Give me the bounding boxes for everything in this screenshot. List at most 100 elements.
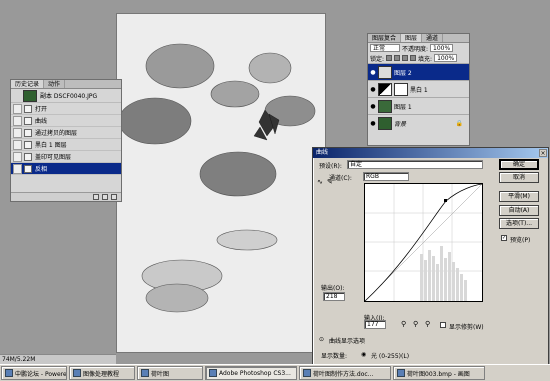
tab-channels[interactable]: 通道 [422,34,444,42]
close-icon[interactable]: × [539,149,547,157]
history-brush-checkbox[interactable] [13,139,22,150]
auto-button[interactable]: 自动(A) [499,205,539,216]
opacity-field[interactable]: 100% [430,44,454,52]
taskbar: 中鹏论坛 - Powered ... 图像处理教程 荷叶图 Adobe Phot… [0,364,550,381]
curve-graph[interactable] [364,183,483,302]
history-step-icon [24,140,32,149]
eye-icon[interactable]: ● [368,69,378,76]
eye-icon[interactable]: ● [368,120,378,127]
history-item[interactable]: 打开 [11,103,121,115]
image-canvas[interactable] [116,13,326,353]
snapshot-icon[interactable] [102,194,108,200]
preset-select[interactable]: 自定 [347,160,483,169]
lotus-image [117,14,325,352]
photoshop-icon [209,369,217,377]
curve-edit-icon[interactable]: ∿ [317,178,323,186]
display-options-toggle-icon[interactable]: ⊙ [319,336,324,343]
history-step-icon [24,128,32,137]
layer-row-bw[interactable]: ● 黑白 1 [368,80,469,97]
taskbar-label: 荷叶图003.bmp - 画图 [407,370,470,378]
gray-eyedropper-icon[interactable]: ⚲ [413,320,418,328]
layer-row-2[interactable]: ● 图层 2 [368,63,469,80]
preview-label: 预览(P) [510,237,531,244]
taskbar-item[interactable]: 荷叶图 [137,366,203,380]
history-step-icon [24,152,32,161]
output-label: 输出(O): [321,285,345,292]
history-item-label: 打开 [35,106,48,113]
history-brush-checkbox[interactable] [13,163,22,174]
input-field[interactable]: 177 [364,320,386,329]
history-item-selected[interactable]: 反相 [11,163,121,175]
history-item-label: 反相 [35,166,48,173]
eye-icon[interactable]: ● [368,86,378,93]
lock-image-icon[interactable] [394,55,401,61]
history-snapshot[interactable]: 副本 DSCF0040.JPG [11,89,121,103]
taskbar-item[interactable]: 荷叶图制作方法.doc... [299,366,391,380]
taskbar-item[interactable]: 荷叶图003.bmp - 画图 [393,366,485,380]
tab-layers[interactable]: 图层 [401,34,423,42]
history-brush-checkbox[interactable] [13,151,22,162]
layer-row-1[interactable]: ● 图层 1 [368,97,469,114]
smooth-button[interactable]: 平滑(M) [499,191,539,202]
show-clipping-checkbox[interactable] [440,322,446,328]
eye-icon[interactable]: ● [368,103,378,110]
cancel-button[interactable]: 取消 [499,172,539,183]
black-eyedropper-icon[interactable]: ⚲ [401,320,406,328]
layer-mask-thumbnail [394,82,408,96]
taskbar-item-active[interactable]: Adobe Photoshop CS3... [205,366,297,380]
layer-thumbnail [378,65,392,79]
layer-name: 黑白 1 [410,86,428,94]
curve-control-point[interactable] [444,199,447,202]
curve-graph-svg [364,183,483,302]
new-document-icon[interactable] [93,194,99,200]
tab-layer-comps[interactable]: 图层复合 [368,34,402,42]
history-item[interactable]: 黑白 1 图层 [11,139,121,151]
taskbar-label: Adobe Photoshop CS3... [219,369,291,377]
adjustment-icon [378,82,392,96]
lock-all-icon[interactable] [410,55,417,61]
options-button[interactable]: 选项(T)... [499,218,539,229]
pencil-icon[interactable]: ✎ [327,178,333,186]
layer-name: 图层 2 [394,69,412,77]
blend-mode-select[interactable]: 正常 [370,44,400,52]
lock-transparent-icon[interactable] [386,55,393,61]
history-brush-checkbox[interactable] [13,127,22,138]
preset-label: 预设(R): [319,163,342,170]
show-amount-label: 显示数量: [321,353,348,360]
ok-button[interactable]: 确定 [499,159,539,170]
paint-icon [397,369,405,377]
layer-name: 图层 1 [394,103,412,111]
curves-dialog[interactable]: 曲线 × 预设(R): 自定 通道(C): RGB ∿ ✎ 输出(O): 218… [312,147,549,365]
history-footer [11,192,121,201]
dialog-titlebar[interactable]: 曲线 × [313,148,548,158]
word-icon [303,369,311,377]
history-item[interactable]: 曲线 [11,115,121,127]
light-radio-icon[interactable]: ◉ [361,351,366,358]
taskbar-item[interactable]: 图像处理教程 [69,366,135,380]
history-item-label: 黑白 1 图层 [35,142,67,149]
layer-row-background[interactable]: ● 背景 🔒 [368,114,469,131]
history-brush-checkbox[interactable] [13,115,22,126]
lock-icon: 🔒 [455,119,463,127]
doc-size-text: 74M/5.22M [2,356,36,363]
layers-panel[interactable]: 图层复合 图层 通道 正常 不透明度: 100% 锁定: 填充: 100% ● … [367,33,470,146]
history-item-label: 盖印可见图层 [35,154,72,161]
lock-position-icon[interactable] [402,55,409,61]
channel-select[interactable]: RGB [363,172,409,181]
layer-thumbnail [378,99,392,113]
history-item[interactable]: 通过拷贝的图层 [11,127,121,139]
history-panel[interactable]: 历史记录 动作 副本 DSCF0040.JPG 打开 曲线 通过拷贝的图层 黑白… [10,79,122,202]
history-item[interactable]: 盖印可见图层 [11,151,121,163]
white-eyedropper-icon[interactable]: ⚲ [425,320,430,328]
fill-field[interactable]: 100% [434,54,458,62]
history-brush-checkbox[interactable] [13,103,22,114]
tab-actions[interactable]: 动作 [44,80,66,88]
taskbar-item[interactable]: 中鹏论坛 - Powered ... [1,366,67,380]
tab-history[interactable]: 历史记录 [11,80,45,88]
trash-icon[interactable] [111,194,117,200]
history-item-label: 曲线 [35,118,48,125]
preview-checkbox[interactable]: ✓ [501,235,507,241]
layer-name: 背景 [394,120,407,128]
taskbar-label: 荷叶图 [151,370,170,378]
output-field[interactable]: 218 [323,292,345,301]
